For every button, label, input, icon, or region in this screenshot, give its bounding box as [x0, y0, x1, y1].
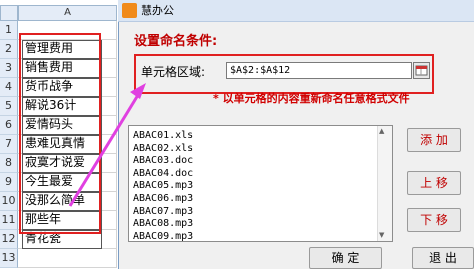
- row-header[interactable]: 12: [0, 230, 18, 249]
- add-button[interactable]: 添 加: [407, 128, 461, 152]
- range-input[interactable]: $A$2:$A$12: [226, 62, 412, 79]
- dialog-title: 慧办公: [141, 4, 174, 17]
- row-header[interactable]: 11: [0, 211, 18, 230]
- file-list-item[interactable]: ABAC05.mp3: [133, 179, 193, 192]
- highlight-frame-cells: [19, 33, 101, 234]
- row-header[interactable]: 7: [0, 135, 18, 154]
- scroll-up-icon[interactable]: ▲: [379, 127, 384, 135]
- section-title: 设置命名条件:: [134, 34, 218, 49]
- file-list-item[interactable]: ABAC08.mp3: [133, 217, 193, 230]
- file-list-item[interactable]: ABAC09.mp3: [133, 230, 193, 243]
- scroll-down-icon[interactable]: ▼: [379, 231, 384, 239]
- row-header[interactable]: 1: [0, 21, 18, 40]
- sheet-corner[interactable]: [0, 5, 18, 21]
- row-header[interactable]: 6: [0, 116, 18, 135]
- file-list-item[interactable]: ABAC03.doc: [133, 154, 193, 167]
- row-header[interactable]: 2: [0, 40, 18, 59]
- row-header[interactable]: 4: [0, 78, 18, 97]
- hint-text: * 以单元格的内容重新命名任意格式文件: [213, 92, 410, 105]
- ok-button[interactable]: 确 定: [309, 247, 382, 269]
- file-list-item[interactable]: ABAC02.xls: [133, 142, 193, 155]
- row-header[interactable]: 10: [0, 192, 18, 211]
- file-list-item[interactable]: ABAC01.xls: [133, 129, 193, 142]
- row-header[interactable]: 9: [0, 173, 18, 192]
- range-picker-button[interactable]: [413, 62, 430, 79]
- row-header[interactable]: 8: [0, 154, 18, 173]
- file-list-scrollbar[interactable]: [377, 126, 392, 241]
- range-picker-icon: [415, 65, 428, 76]
- move-up-button[interactable]: 上 移: [407, 171, 461, 195]
- row-header[interactable]: 13: [0, 249, 18, 268]
- exit-button[interactable]: 退 出: [412, 247, 474, 269]
- column-header-a[interactable]: A: [18, 5, 117, 21]
- file-list-item[interactable]: ABAC07.mp3: [133, 205, 193, 218]
- app-icon: [122, 3, 137, 18]
- file-list-item[interactable]: ABAC06.mp3: [133, 192, 193, 205]
- row-header[interactable]: 3: [0, 59, 18, 78]
- row-header[interactable]: 5: [0, 97, 18, 116]
- sheet-cell[interactable]: [18, 249, 117, 268]
- move-down-button[interactable]: 下 移: [407, 208, 461, 232]
- range-label: 单元格区域:: [141, 65, 206, 79]
- file-list-item[interactable]: ABAC04.doc: [133, 167, 193, 180]
